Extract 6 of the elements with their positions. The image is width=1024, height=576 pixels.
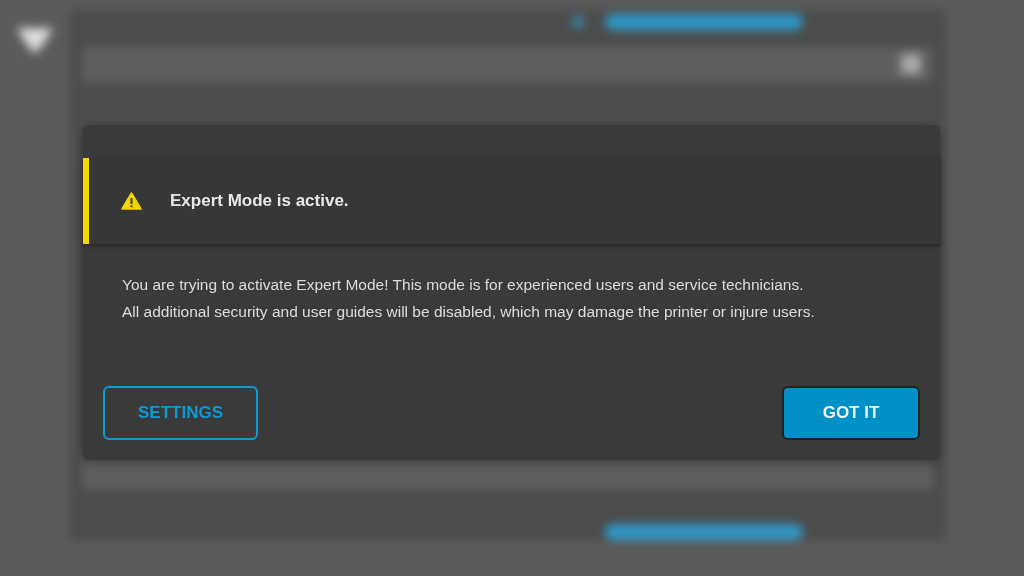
confirm-button[interactable]: GOT IT (782, 386, 920, 440)
message-text: You are trying to activate Expert Mode! This mode is for experienced users and service technicians. (122, 275, 805, 295)
warning-icon (121, 192, 142, 210)
message-text: All additional security and user guides will be disabled, which may damage the printer or injure users. (122, 302, 816, 322)
alert-title: Expert Mode is active. (170, 191, 349, 211)
settings-button[interactable]: SETTINGS (103, 386, 258, 440)
